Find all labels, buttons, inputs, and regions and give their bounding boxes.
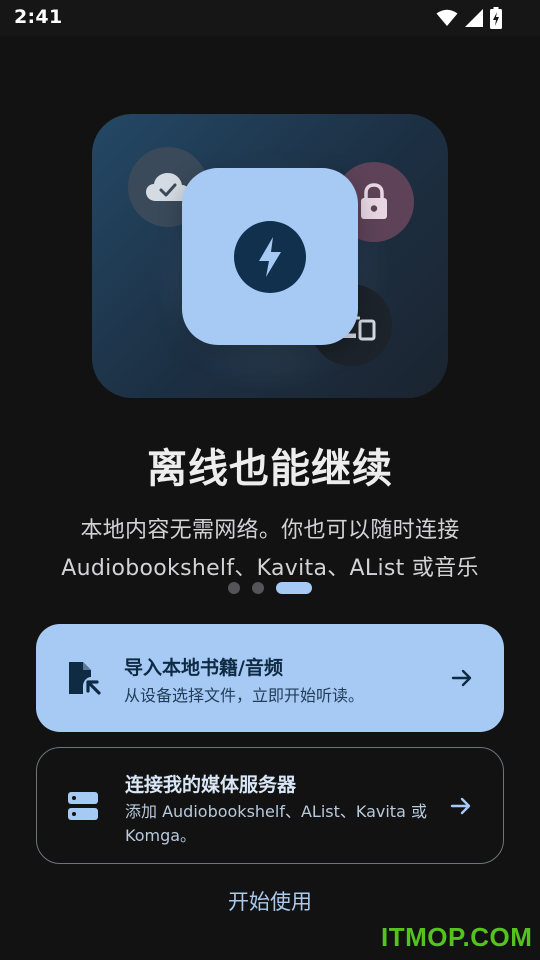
status-time: 2:41 [14, 6, 63, 28]
status-bar: 2:41 [0, 0, 540, 36]
arrow-right-icon [451, 669, 472, 687]
hero-illustration [92, 114, 448, 398]
watermark: ITMOP.COM [381, 922, 533, 952]
import-subtitle: 从设备选择文件，立即开始听读。 [124, 686, 365, 705]
page-dot-3-active[interactable] [276, 582, 312, 594]
server-icon [68, 792, 98, 820]
onboarding-title: 离线也能继续 [147, 446, 393, 492]
get-started-button[interactable]: 开始使用 [0, 886, 540, 916]
wifi-icon [436, 9, 458, 26]
signal-icon [465, 9, 483, 27]
battery-charging-icon [490, 7, 502, 29]
onboarding-description-line1: 本地内容无需网络。你也可以随时连接 [80, 518, 460, 543]
lightning-icon [259, 236, 281, 277]
page-dot-2[interactable] [252, 582, 264, 594]
page-indicator [228, 582, 312, 594]
connect-server-button[interactable]: 连接我的媒体服务器 添加 Audiobookshelf、AList、Kavita… [36, 747, 504, 864]
arrow-right-icon [450, 797, 471, 815]
file-import-icon [69, 662, 101, 695]
status-icons [436, 7, 502, 29]
lightning-badge [234, 220, 306, 293]
lightning-card [182, 168, 358, 345]
connect-subtitle: 添加 Audiobookshelf、AList、Kavita 或 Komga。 [125, 802, 427, 845]
connect-title: 连接我的媒体服务器 [125, 774, 297, 796]
import-title: 导入本地书籍/音频 [124, 657, 283, 679]
import-local-button[interactable]: 导入本地书籍/音频 从设备选择文件，立即开始听读。 [36, 624, 504, 732]
lock-icon [361, 183, 387, 219]
onboarding-description-line2: Audiobookshelf、Kavita、AList 或音乐 [61, 556, 479, 581]
page-dot-1[interactable] [228, 582, 240, 594]
